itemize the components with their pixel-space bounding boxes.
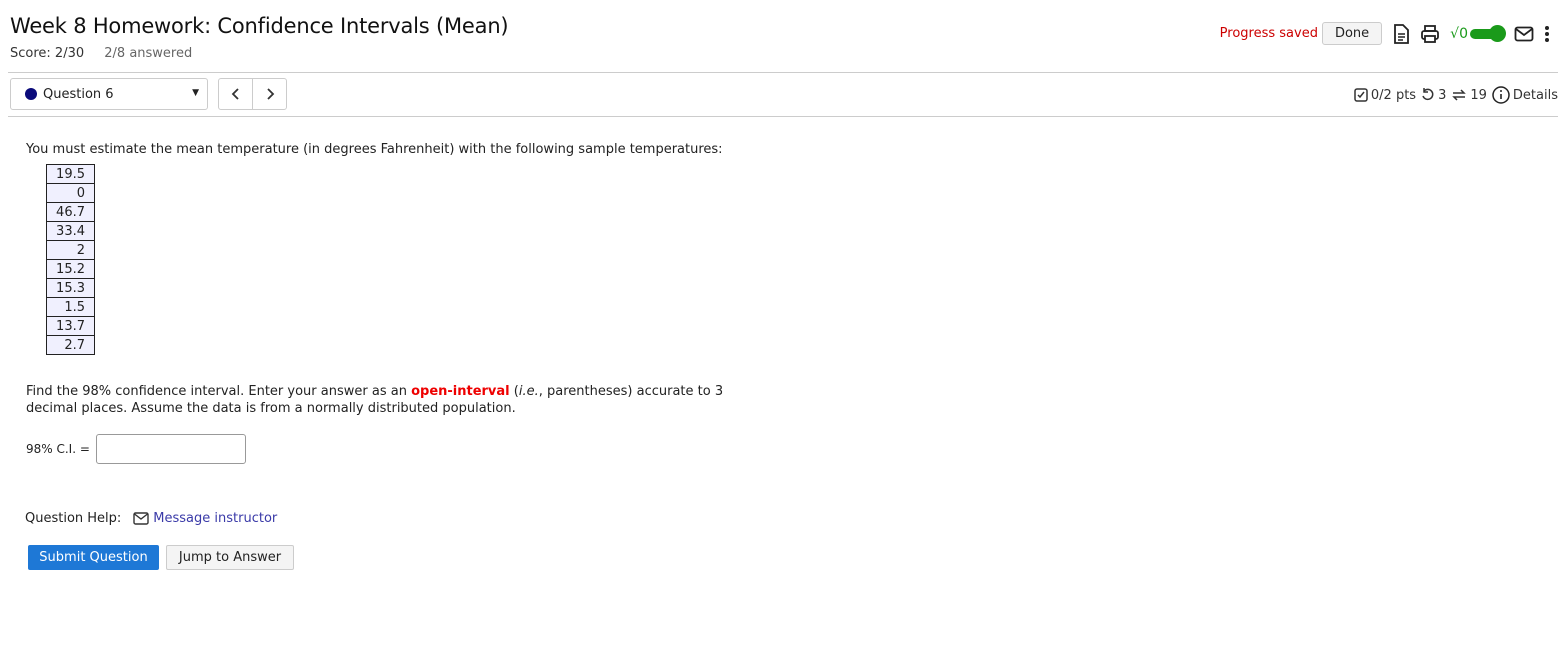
- submit-question-button[interactable]: Submit Question: [28, 545, 159, 570]
- retries-count: 3: [1438, 87, 1447, 103]
- page-title: Week 8 Homework: Confidence Intervals (M…: [10, 14, 509, 38]
- sample-row: 13.7: [46, 316, 95, 336]
- sqrt-label: √0: [1450, 25, 1468, 42]
- attempts-count: 19: [1470, 87, 1487, 103]
- toggle-switch[interactable]: [1470, 24, 1506, 42]
- document-icon[interactable]: [1392, 23, 1410, 44]
- question-select-value: Question 6: [43, 86, 114, 102]
- math-entry-toggle[interactable]: √0: [1450, 24, 1506, 42]
- status-dot-icon: [25, 88, 37, 100]
- sample-value: 2: [46, 240, 95, 260]
- printer-icon[interactable]: [1420, 24, 1440, 44]
- open-interval-term[interactable]: open-interval: [411, 384, 510, 399]
- details-button[interactable]: Details: [1492, 86, 1558, 104]
- sample-value: 0: [46, 183, 95, 203]
- sample-value: 46.7: [46, 202, 95, 222]
- checkbox-icon: [1354, 88, 1368, 102]
- sample-table: 19.5 0 46.7 33.4 2 15.2 15.3 1.5 13.7 2.7: [46, 164, 95, 355]
- question-pager: [218, 78, 287, 110]
- ci-answer-input[interactable]: [95, 434, 246, 464]
- progress-status: Progress saved: [1219, 26, 1318, 41]
- sample-value: 1.5: [46, 297, 95, 317]
- details-label: Details: [1512, 87, 1558, 103]
- ci-label: 98% C.I. =: [26, 442, 90, 456]
- sample-value: 15.2: [46, 259, 95, 279]
- points-text: 0/2 pts: [1370, 87, 1417, 103]
- question-select[interactable]: Question 6 ▼: [10, 78, 208, 110]
- retry-icon: [1422, 88, 1434, 101]
- header-toolbar: Progress saved Done √0: [1220, 22, 1550, 45]
- more-menu-icon[interactable]: [1544, 25, 1550, 43]
- sample-row: 1.5: [46, 297, 95, 317]
- message-instructor-link[interactable]: Message instructor: [133, 511, 277, 526]
- help-label: Question Help:: [25, 511, 122, 526]
- answer-row: 98% C.I. =: [26, 434, 246, 464]
- chevron-left-icon: [231, 88, 239, 100]
- sample-value: 13.7: [46, 316, 95, 336]
- answered-count: 2/8 answered: [104, 46, 193, 61]
- sample-row: 33.4: [46, 221, 95, 241]
- score-line: Score: 2/30 2/8 answered: [10, 46, 192, 61]
- attempts-item: 19: [1451, 88, 1487, 103]
- chevron-right-icon: [266, 88, 274, 100]
- sample-row: 2.7: [46, 335, 95, 355]
- sample-row: 2: [46, 240, 95, 260]
- done-button[interactable]: Done: [1321, 22, 1383, 45]
- score-text: Score: 2/30: [10, 46, 85, 61]
- question-prompt: You must estimate the mean temperature (…: [26, 142, 723, 157]
- sample-row: 15.3: [46, 278, 95, 298]
- sample-row: 19.5: [46, 164, 95, 184]
- mail-icon[interactable]: [1514, 26, 1534, 42]
- sample-value: 19.5: [46, 164, 95, 184]
- info-icon: [1492, 86, 1510, 104]
- repeat-icon: [1452, 89, 1467, 101]
- sample-row: 15.2: [46, 259, 95, 279]
- question-instructions: Find the 98% confidence interval. Enter …: [26, 384, 724, 416]
- jump-to-answer-button[interactable]: Jump to Answer: [166, 545, 294, 570]
- question-meta: 0/2 pts 3 19 Details: [1354, 86, 1558, 104]
- sample-value: 33.4: [46, 221, 95, 241]
- retries-item: 3: [1421, 88, 1446, 103]
- caret-down-icon: ▼: [192, 88, 199, 98]
- sample-value: 15.3: [46, 278, 95, 298]
- points-item: 0/2 pts: [1354, 88, 1416, 103]
- header-divider: [8, 72, 1558, 73]
- sample-row: 46.7: [46, 202, 95, 222]
- mail-icon: [133, 512, 149, 525]
- next-question-button[interactable]: [252, 79, 286, 109]
- sample-row: 0: [46, 183, 95, 203]
- prev-question-button[interactable]: [219, 79, 252, 109]
- nav-divider: [8, 116, 1558, 117]
- question-help: Question Help: Message instructor: [25, 511, 277, 526]
- sample-value: 2.7: [46, 335, 95, 355]
